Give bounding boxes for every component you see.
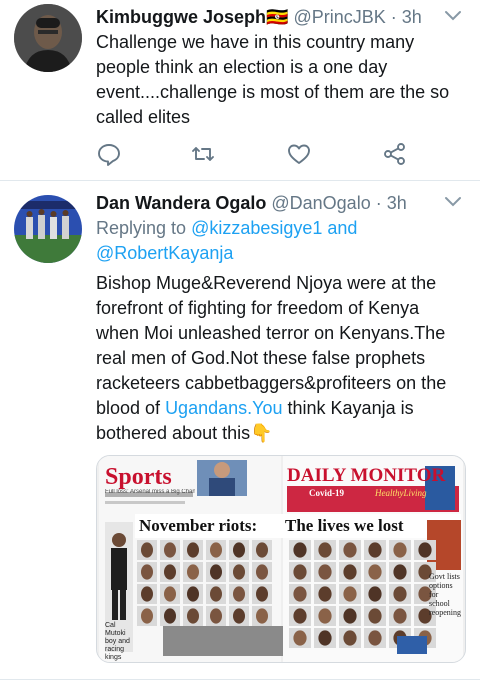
face <box>293 630 307 646</box>
face <box>368 586 382 602</box>
reply-mention-2[interactable]: @RobertKayanja <box>96 243 233 263</box>
face <box>256 586 268 602</box>
face <box>368 564 382 580</box>
face <box>343 630 357 646</box>
face <box>164 586 176 602</box>
tweet-1[interactable]: Kimbuggwe Joseph🇺🇬 @PrincJBK · 3h Challe… <box>0 0 480 180</box>
covid-label: Covid-19 <box>309 488 345 498</box>
headline-left: November riots: <box>139 516 258 535</box>
face <box>318 630 332 646</box>
hashtag-link[interactable]: Ugandans.You <box>165 398 282 418</box>
share-icon[interactable] <box>382 141 408 167</box>
face <box>256 542 268 558</box>
reply-context: Replying to @kizzabesigye1 and @RobertKa… <box>96 216 466 266</box>
face <box>368 542 382 558</box>
face <box>393 586 407 602</box>
face <box>318 608 332 624</box>
face <box>293 608 307 624</box>
face <box>187 586 199 602</box>
face <box>187 564 199 580</box>
author-handle[interactable]: @PrincJBK <box>293 7 385 27</box>
face <box>393 608 407 624</box>
flag-icon: 🇺🇬 <box>266 7 289 27</box>
face <box>343 586 357 602</box>
pointing-down-emoji: 👇 <box>250 423 273 443</box>
retweet-icon[interactable] <box>190 141 216 167</box>
face <box>256 608 268 624</box>
face <box>233 586 245 602</box>
reply-and: and <box>322 218 358 238</box>
face <box>368 608 382 624</box>
face <box>210 542 222 558</box>
school-reopening-caption: Govt lists options for school reopening <box>429 572 461 617</box>
like-icon[interactable] <box>286 141 312 167</box>
chevron-down-icon[interactable] <box>444 196 462 208</box>
face <box>187 542 199 558</box>
reply-mention-1[interactable]: @kizzabesigye1 <box>191 218 322 238</box>
timestamp[interactable]: 3h <box>402 7 422 27</box>
face <box>233 564 245 580</box>
face <box>141 608 153 624</box>
tweet-text-part: Bishop Muge&Reverend Njoya were at the f… <box>96 273 447 418</box>
sports-masthead: Sports <box>105 464 172 490</box>
face <box>210 564 222 580</box>
face <box>187 608 199 624</box>
face <box>343 608 357 624</box>
face <box>210 608 222 624</box>
sports-subheadline: Full loss: Arsenal miss a Big Chance <box>105 489 195 495</box>
face <box>318 586 332 602</box>
face <box>233 608 245 624</box>
author-handle[interactable]: @DanOgalo <box>271 193 370 213</box>
face <box>293 564 307 580</box>
avatar[interactable] <box>14 195 82 263</box>
chevron-down-icon[interactable] <box>444 10 462 22</box>
author-name[interactable]: Kimbuggwe Joseph <box>96 7 266 27</box>
avatar-photo <box>14 4 82 72</box>
face <box>293 542 307 558</box>
healthy-living-label: HealthyLiving <box>375 488 427 498</box>
author-name[interactable]: Dan Wandera Ogalo <box>96 193 266 213</box>
tweet-image[interactable]: Sports Full loss: Arsenal miss a Big Cha… <box>96 455 466 663</box>
reply-icon[interactable] <box>96 141 122 167</box>
tweet-actions <box>96 141 418 167</box>
timestamp[interactable]: 3h <box>387 193 407 213</box>
face <box>393 564 407 580</box>
tweet-text: Challenge we have in this country many p… <box>96 32 450 127</box>
face <box>343 542 357 558</box>
face <box>293 586 307 602</box>
face <box>164 564 176 580</box>
separator: · <box>375 193 382 213</box>
replying-to-label: Replying to <box>96 218 192 238</box>
face <box>318 564 332 580</box>
face <box>141 542 153 558</box>
separator: · <box>390 7 397 27</box>
headline-right: The lives we lost <box>285 516 404 535</box>
avatar[interactable] <box>14 4 82 72</box>
face <box>141 564 153 580</box>
face <box>256 564 268 580</box>
tweet-text: Bishop Muge&Reverend Njoya were at the f… <box>96 271 466 446</box>
face <box>418 542 432 558</box>
face <box>141 586 153 602</box>
face <box>318 542 332 558</box>
face <box>343 564 357 580</box>
side-caption: Cal Mutoki boy and racing kings <box>105 622 130 661</box>
face <box>393 542 407 558</box>
monitor-masthead: DAILY MONITOR <box>287 465 446 486</box>
face <box>368 630 382 646</box>
face <box>164 608 176 624</box>
face <box>164 542 176 558</box>
face <box>233 542 245 558</box>
tweet-header: Dan Wandera Ogalo @DanOgalo · 3h <box>96 190 440 216</box>
tweet-header: Kimbuggwe Joseph🇺🇬 @PrincJBK · 3h <box>96 4 440 30</box>
face <box>210 586 222 602</box>
avatar-photo <box>14 195 82 263</box>
